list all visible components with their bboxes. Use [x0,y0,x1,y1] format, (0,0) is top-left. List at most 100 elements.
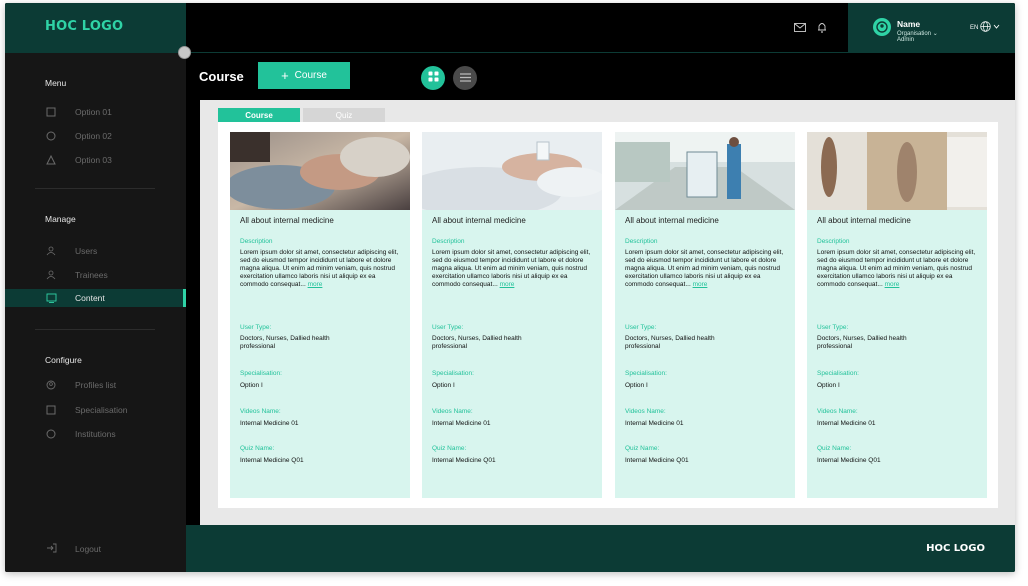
quiz-name: Internal Medicine Q01 [817,457,881,464]
more-link[interactable]: more [308,281,323,288]
description-label: Description [625,238,658,245]
specialisation-label: Specialisation: [240,370,282,377]
sidebar-item-label: Trainees [75,270,108,280]
course-image [807,132,987,210]
sidebar-item-option-03[interactable]: Option 03 [5,151,186,169]
course-card[interactable]: All about internal medicine Description … [615,132,795,498]
course-image [422,132,602,210]
sidebar-item-label: Option 03 [75,155,112,165]
sidebar-item-option-02[interactable]: Option 02 [5,127,186,145]
quiz-label: Quiz Name: [432,445,467,452]
sidebar-item-label: Option 01 [75,107,112,117]
course-grid: All about internal medicine Description … [218,122,998,508]
square-icon [45,404,57,416]
quiz-name: Internal Medicine Q01 [625,457,689,464]
quiz-label: Quiz Name: [625,445,660,452]
video-name: Internal Medicine 01 [817,420,876,427]
language-selector[interactable]: EN [970,21,1000,34]
profile-icon [45,379,57,391]
card-title: All about internal medicine [240,216,334,225]
tab-course[interactable]: Course [218,108,300,122]
bell-icon[interactable] [815,20,829,34]
users-icon [45,245,57,257]
more-link[interactable]: more [500,281,515,288]
quiz-label: Quiz Name: [817,445,852,452]
language-label: EN [970,24,979,31]
section-title-configure: Configure [45,355,82,365]
sidebar-item-specialisation[interactable]: Specialisation [5,401,186,419]
user-type-label: User Type: [817,324,849,331]
user-type-label: User Type: [240,324,272,331]
mail-icon[interactable] [793,20,807,34]
course-card[interactable]: All about internal medicine Description … [422,132,602,498]
sidebar: HOC LOGO Menu Option 01 Option 02 Option… [5,3,186,572]
description-label: Description [432,238,465,245]
course-image [230,132,410,210]
card-description: Lorem ipsum dolor sit amet, consectetur … [240,249,400,289]
sidebar-item-label: Content [75,293,105,303]
sidebar-item-trainees[interactable]: Trainees [5,266,186,284]
quiz-name: Internal Medicine Q01 [240,457,304,464]
sidebar-item-institutions[interactable]: Institutions [5,425,186,443]
card-title: All about internal medicine [625,216,719,225]
specialisation-label: Specialisation: [432,370,474,377]
sidebar-item-label: Profiles list [75,380,117,390]
description-label: Description [817,238,850,245]
logo[interactable]: HOC LOGO [45,19,123,34]
sidebar-logo-area: HOC LOGO [5,3,186,53]
section-title-menu: Menu [45,78,67,88]
user-type-value: Doctors, Nurses, Dallied health professi… [817,335,907,350]
logout-button[interactable]: Logout [5,540,186,558]
list-icon [459,69,471,87]
top-bar: Name Organisation ⌄ Admin EN [186,3,1015,53]
section-title-manage: Manage [45,214,76,224]
plus-icon: + [281,68,289,83]
sidebar-collapse-handle[interactable] [178,46,191,59]
globe-icon [980,21,992,34]
circle-icon [45,428,57,440]
more-link[interactable]: more [693,281,708,288]
avatar[interactable] [873,18,891,36]
logout-icon [46,543,57,555]
sidebar-item-label: Specialisation [75,405,128,415]
user-type-label: User Type: [432,324,464,331]
sidebar-item-label: Institutions [75,429,116,439]
video-name: Internal Medicine 01 [240,420,299,427]
card-title: All about internal medicine [817,216,911,225]
specialisation-label: Specialisation: [817,370,859,377]
app-window: HOC LOGO Menu Option 01 Option 02 Option… [5,3,1015,572]
circle-icon [45,130,57,142]
tab-quiz[interactable]: Quiz [303,108,385,122]
course-card[interactable]: All about internal medicine Description … [230,132,410,498]
content-icon [45,292,57,304]
sidebar-item-users[interactable]: Users [5,242,186,260]
user-type-value: Doctors, Nurses, Dallied health professi… [432,335,522,350]
user-type-value: Doctors, Nurses, Dallied health professi… [625,335,715,350]
sidebar-item-profiles-list[interactable]: Profiles list [5,376,186,394]
list-view-button[interactable] [453,66,477,90]
main-content: Course + Course Course Quiz All about in… [186,53,1015,526]
chevron-down-icon [993,24,1000,31]
more-link[interactable]: more [885,281,900,288]
card-description: Lorem ipsum dolor sit amet, consectetur … [817,249,977,289]
logout-label: Logout [75,544,101,554]
videos-label: Videos Name: [625,408,666,415]
add-course-button[interactable]: + Course [258,62,350,89]
videos-label: Videos Name: [240,408,281,415]
course-image [615,132,795,210]
video-name: Internal Medicine 01 [432,420,491,427]
sidebar-item-content[interactable]: Content [5,289,186,307]
course-card[interactable]: All about internal medicine Description … [807,132,987,498]
user-menu[interactable]: Name Organisation ⌄ Admin EN [848,3,1015,53]
card-description: Lorem ipsum dolor sit amet, consectetur … [432,249,592,289]
sidebar-divider [35,188,155,189]
specialisation-value: Option I [625,382,648,389]
sidebar-item-option-01[interactable]: Option 01 [5,103,186,121]
add-course-label: Course [294,70,327,81]
card-title: All about internal medicine [432,216,526,225]
grid-view-button[interactable] [421,66,445,90]
organisation-selector[interactable]: Organisation ⌄ [897,30,938,37]
footer: HOC LOGO [186,525,1015,572]
user-role: Admin [897,37,915,43]
chevron-down-icon: ⌄ [932,31,938,37]
